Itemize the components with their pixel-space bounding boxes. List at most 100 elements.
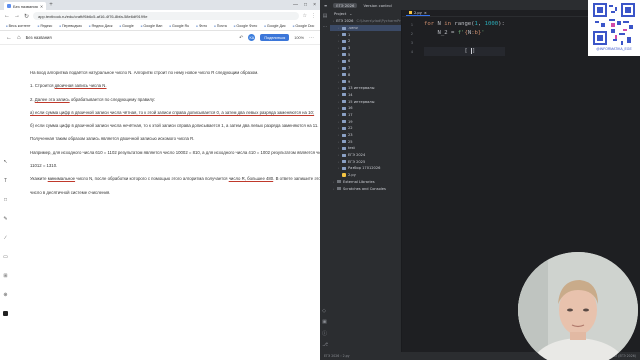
doc-home-icon[interactable]: ⌂: [17, 35, 21, 41]
doc-title[interactable]: Без названия: [26, 35, 52, 40]
folder-icon: [342, 100, 346, 104]
bookmark-item[interactable]: Фото: [196, 24, 207, 28]
bookmark-item[interactable]: Яндекс: [38, 24, 52, 28]
undo-icon[interactable]: ↶: [239, 35, 243, 41]
cursor-tool-icon[interactable]: ↖: [3, 159, 7, 165]
tree-item-label: 25: [348, 139, 353, 144]
tree-item[interactable]: › Разбор 17012026: [330, 165, 401, 172]
line-tool-icon[interactable]: ∕: [5, 235, 6, 241]
ide-menu-icon[interactable]: ≡: [324, 3, 327, 8]
bookmark-item[interactable]: Google Doc: [293, 24, 314, 28]
underlined-text: число R, большее 480: [228, 176, 274, 182]
tree-item[interactable]: › 6: [330, 58, 401, 65]
bookmark-item[interactable]: Google Фото: [234, 24, 257, 28]
status-breadcrumb[interactable]: ЕГЭ 2026 › 2.py: [324, 354, 350, 358]
avatar[interactable]: KA: [248, 34, 256, 41]
bookmark-item[interactable]: Google Ван: [141, 24, 162, 28]
project-panel-title[interactable]: Project: [334, 12, 346, 16]
bookmark-star-icon[interactable]: ☆: [303, 13, 307, 19]
doc-back-icon[interactable]: ←: [6, 35, 12, 41]
close-tab-icon[interactable]: ✕: [40, 4, 43, 9]
bookmark-item[interactable]: Google Ru: [169, 24, 189, 28]
tree-item[interactable]: › Scratches and Consoles: [330, 185, 401, 192]
minimize-icon[interactable]: —: [293, 2, 298, 8]
bookmark-item[interactable]: Google Дис: [264, 24, 286, 28]
tree-item[interactable]: › 2: [330, 38, 401, 45]
close-tab-icon[interactable]: ×: [424, 11, 427, 15]
git-icon[interactable]: ⎇: [322, 342, 328, 348]
zoom-level[interactable]: 100%: [294, 36, 304, 40]
line-number: 3: [410, 40, 413, 45]
active-tool-icon[interactable]: [3, 311, 8, 316]
sticky-tool-icon[interactable]: ▭: [3, 254, 8, 260]
terminal-icon[interactable]: ▣: [322, 319, 328, 325]
reload-icon[interactable]: ↻: [24, 13, 29, 20]
pen-tool-icon[interactable]: ✎: [3, 216, 7, 222]
tree-item[interactable]: 2.py: [330, 172, 401, 179]
tree-item[interactable]: › 3: [330, 45, 401, 52]
maximize-icon[interactable]: □: [304, 2, 307, 8]
browser-tab-bar: Без названия ✕ + — □ ×: [0, 0, 320, 10]
shape-tool-icon[interactable]: □: [4, 197, 7, 203]
tree-item[interactable]: › 9: [330, 78, 401, 85]
tree-item-label: 6: [348, 59, 351, 64]
tree-item[interactable]: › 7: [330, 65, 401, 72]
folder-icon: [342, 33, 346, 37]
structure-tool-icon[interactable]: ⋯: [323, 24, 328, 30]
tree-item-label: 2.py: [348, 173, 356, 178]
new-tab-icon[interactable]: +: [49, 2, 53, 8]
doc-text: число N, после обработки которого с помо…: [75, 176, 229, 182]
tree-item[interactable]: › 17: [330, 112, 401, 119]
tree-item[interactable]: › ЕГЭ 2024: [330, 152, 401, 159]
back-arrow-icon[interactable]: ←: [4, 13, 10, 19]
forward-arrow-icon[interactable]: →: [14, 13, 20, 19]
project-tool-icon[interactable]: ▤: [323, 13, 328, 19]
bookmark-item[interactable]: Переводчик: [59, 24, 82, 28]
doc-text: На вход алгоритма подаётся натуральное ч…: [30, 70, 259, 75]
tree-item[interactable]: › 22: [330, 125, 401, 132]
menu-dots-icon[interactable]: ⋮: [311, 13, 316, 19]
bookmark-item[interactable]: Почта: [214, 24, 227, 28]
url-field[interactable]: app.textbook.ru/edu/craft/f6b6c5-af16-4f…: [33, 12, 299, 20]
tree-item[interactable]: › 19: [330, 118, 401, 125]
chevron-down-icon[interactable]: ⌄: [349, 12, 352, 16]
tree-item[interactable]: › 23: [330, 132, 401, 139]
bookmark-item[interactable]: Яндекс Диск: [89, 24, 113, 28]
share-button[interactable]: Поделиться: [260, 34, 290, 41]
tree-item-label: 16: [348, 106, 353, 111]
more-options-icon[interactable]: ⋯: [309, 35, 314, 41]
tree-item[interactable]: › 8: [330, 72, 401, 79]
tree-item[interactable]: › 25: [330, 138, 401, 145]
chevron-right-icon[interactable]: ›: [333, 19, 334, 23]
ide-project-selector[interactable]: ЕГЭ 2026: [333, 2, 358, 8]
editor-tab[interactable]: 2.py ×: [406, 11, 430, 16]
tree-item[interactable]: › 16: [330, 105, 401, 112]
tree-item[interactable]: › 5: [330, 51, 401, 58]
tree-item[interactable]: › 1: [330, 31, 401, 38]
tree-item[interactable]: › External Libraries: [330, 179, 401, 186]
tree-item[interactable]: › ЕГЭ 2025: [330, 158, 401, 165]
doc-paragraph: Укажите минимальное число N, после обраб…: [30, 176, 320, 182]
text-tool-icon[interactable]: T: [4, 178, 7, 184]
tree-item-label: 17: [348, 112, 353, 117]
tree-item-label: 9: [348, 79, 351, 84]
code-text[interactable]: for N in range(1, 1000): N_2 = f'{N:b}' …: [424, 20, 505, 56]
tree-item[interactable]: › 14: [330, 92, 401, 99]
python-console-icon[interactable]: ◇: [322, 308, 328, 314]
ide-vcs-selector[interactable]: Version control: [363, 3, 391, 8]
tree-item[interactable]: › 15 интервалы: [330, 98, 401, 105]
line-number: 4: [410, 49, 413, 54]
close-window-icon[interactable]: ×: [313, 2, 316, 8]
bookmark-item[interactable]: Google: [119, 24, 134, 28]
bookmark-item[interactable]: Весь контент: [6, 24, 31, 28]
folder-icon: [342, 153, 346, 157]
frame-tool-icon[interactable]: ⊞: [3, 273, 7, 279]
tree-item[interactable]: › test: [330, 145, 401, 152]
folder-icon: [342, 166, 346, 170]
link-tool-icon[interactable]: ⊕: [3, 292, 7, 298]
tree-item[interactable]: › 13 интервалы: [330, 85, 401, 92]
tree-item[interactable]: ›ЕГЭ 2026C:\Users\vlad\PycharmProjects\Е…: [330, 18, 401, 25]
tree-item[interactable]: › .venv: [330, 24, 401, 32]
problems-icon[interactable]: ⓘ: [322, 330, 328, 337]
browser-tab[interactable]: Без названия ✕: [4, 2, 47, 10]
